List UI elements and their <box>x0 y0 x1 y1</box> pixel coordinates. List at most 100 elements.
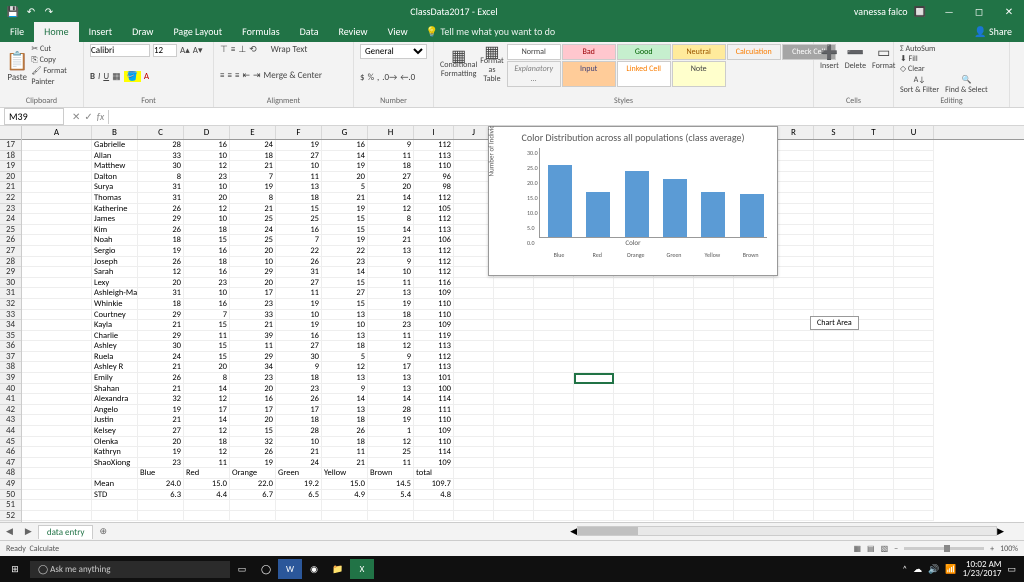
cell[interactable] <box>814 447 854 458</box>
tab-draw[interactable]: Draw <box>122 22 163 42</box>
cell[interactable] <box>814 257 854 268</box>
cell[interactable] <box>414 511 454 522</box>
cell[interactable] <box>184 511 230 522</box>
cell[interactable] <box>774 225 814 236</box>
name-box[interactable] <box>4 108 64 125</box>
cell[interactable]: 20 <box>184 193 230 204</box>
cell[interactable]: Kelsey <box>92 426 138 437</box>
cell[interactable] <box>654 320 694 331</box>
cell[interactable] <box>814 161 854 172</box>
cell[interactable] <box>22 352 92 363</box>
cell[interactable]: 18 <box>184 225 230 236</box>
cell[interactable] <box>694 341 734 352</box>
cell[interactable] <box>494 362 534 373</box>
cell[interactable]: 18 <box>138 299 184 310</box>
cell[interactable] <box>814 490 854 501</box>
cell[interactable]: 21 <box>138 320 184 331</box>
cell[interactable] <box>614 511 654 522</box>
cell[interactable]: 25 <box>230 214 276 225</box>
cell[interactable]: 31 <box>138 182 184 193</box>
cell[interactable]: 12 <box>184 426 230 437</box>
cell[interactable] <box>894 225 934 236</box>
cell[interactable] <box>614 278 654 289</box>
cell[interactable] <box>614 479 654 490</box>
cell[interactable]: 10 <box>184 288 230 299</box>
cell[interactable]: 27 <box>322 288 368 299</box>
cell[interactable] <box>774 458 814 469</box>
cancel-formula-icon[interactable]: ✕ <box>72 110 80 123</box>
cell[interactable]: 19 <box>276 320 322 331</box>
cell[interactable] <box>534 405 574 416</box>
cell[interactable]: 110 <box>414 299 454 310</box>
cell[interactable] <box>614 310 654 321</box>
cell[interactable] <box>814 225 854 236</box>
cell[interactable]: 13 <box>368 384 414 395</box>
cell[interactable] <box>854 490 894 501</box>
cell[interactable] <box>614 458 654 469</box>
cell[interactable]: 27 <box>276 151 322 162</box>
cell[interactable] <box>734 437 774 448</box>
cell[interactable] <box>694 447 734 458</box>
cell[interactable] <box>894 140 934 151</box>
cell[interactable] <box>454 341 494 352</box>
cell[interactable]: 20 <box>138 437 184 448</box>
cell[interactable] <box>854 310 894 321</box>
cell[interactable] <box>494 331 534 342</box>
cell[interactable] <box>814 193 854 204</box>
hscroll-left[interactable]: ◀ <box>570 526 577 537</box>
cell[interactable] <box>694 331 734 342</box>
row-header[interactable]: 22 <box>0 193 21 204</box>
cell[interactable]: 19 <box>138 447 184 458</box>
cell[interactable] <box>814 288 854 299</box>
cell[interactable] <box>774 384 814 395</box>
cell[interactable]: 14 <box>368 193 414 204</box>
cell[interactable]: Ashley R <box>92 362 138 373</box>
cell[interactable] <box>894 193 934 204</box>
bold-button[interactable]: B <box>90 71 95 82</box>
cell[interactable] <box>534 500 574 511</box>
col-header-C[interactable]: C <box>138 126 184 139</box>
cell[interactable]: Mean <box>92 479 138 490</box>
cell[interactable]: 13 <box>368 246 414 257</box>
cell[interactable]: 24 <box>276 458 322 469</box>
embedded-chart[interactable]: Color Distribution across all population… <box>488 126 778 276</box>
cell[interactable] <box>534 447 574 458</box>
cell[interactable] <box>614 331 654 342</box>
increase-font-icon[interactable]: A▴ <box>180 45 190 56</box>
cell[interactable]: 10 <box>184 151 230 162</box>
cell[interactable] <box>534 458 574 469</box>
cell[interactable] <box>694 278 734 289</box>
cell[interactable] <box>694 458 734 469</box>
cell[interactable] <box>854 352 894 363</box>
tab-file[interactable]: File <box>0 22 34 42</box>
tab-home[interactable]: Home <box>34 22 78 42</box>
chart-bar[interactable] <box>586 192 610 237</box>
cell[interactable] <box>734 511 774 522</box>
cell[interactable] <box>854 405 894 416</box>
cell[interactable]: 4.4 <box>184 490 230 501</box>
cell[interactable]: 31 <box>138 288 184 299</box>
cell[interactable] <box>694 500 734 511</box>
cell[interactable] <box>574 490 614 501</box>
cell[interactable] <box>534 394 574 405</box>
cell[interactable] <box>22 426 92 437</box>
col-header-I[interactable]: I <box>414 126 454 139</box>
find-select-icon[interactable]: 🔍 <box>945 75 988 85</box>
cell[interactable] <box>230 511 276 522</box>
cell[interactable]: 18 <box>276 373 322 384</box>
cell[interactable] <box>894 415 934 426</box>
cell[interactable] <box>774 246 814 257</box>
col-header-G[interactable]: G <box>322 126 368 139</box>
cell[interactable]: 20 <box>368 182 414 193</box>
cell[interactable] <box>22 320 92 331</box>
cell[interactable]: 18 <box>322 437 368 448</box>
cell[interactable] <box>694 384 734 395</box>
col-header-E[interactable]: E <box>230 126 276 139</box>
cell[interactable] <box>774 299 814 310</box>
font-color-button[interactable]: A <box>144 71 149 82</box>
cell[interactable]: 23 <box>322 257 368 268</box>
cell[interactable]: 32 <box>138 394 184 405</box>
cell[interactable] <box>654 331 694 342</box>
format-painter-button[interactable]: 🖌 Format Painter <box>31 66 77 88</box>
tray-up-icon[interactable]: ˄ <box>902 564 907 575</box>
